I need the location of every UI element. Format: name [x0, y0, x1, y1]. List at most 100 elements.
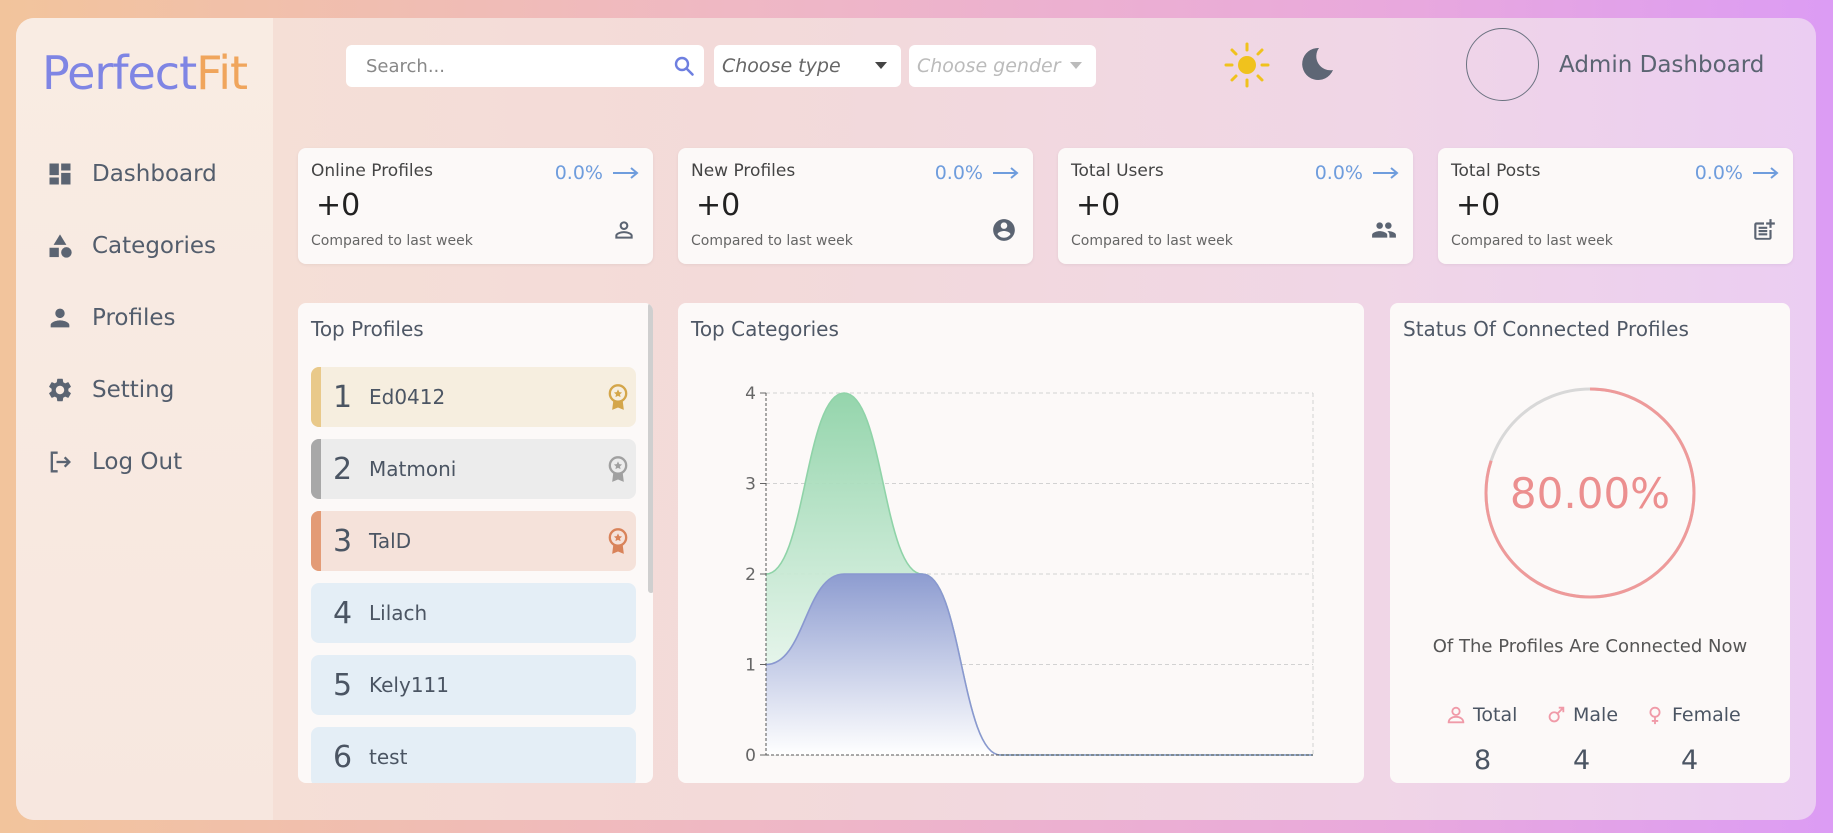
list-item[interactable]: 3 TalD [311, 511, 636, 571]
sidebar-item-setting[interactable]: Setting [46, 368, 174, 412]
post-add-icon [1754, 219, 1775, 240]
profile-name: TalD [369, 529, 412, 553]
sun-icon[interactable] [1222, 40, 1272, 90]
type-select-value: Choose type [722, 55, 841, 77]
gender-select-value: Choose gender [917, 55, 1061, 77]
arrow-right-icon [613, 167, 639, 179]
categories-icon [49, 234, 72, 258]
arrow-right-icon [1373, 167, 1399, 179]
search-input[interactable] [366, 55, 656, 77]
stat-card-new-profiles: New Profiles 0.0% +0 Compared to last we… [678, 148, 1033, 264]
panel-title: Status Of Connected Profiles [1403, 317, 1689, 341]
stat-compare: Compared to last week [311, 233, 473, 249]
profile-rank: 3 [333, 523, 353, 559]
profile-name: Lilach [369, 601, 428, 625]
connected-percent: 80.00% [1509, 468, 1671, 518]
stat-compare: Compared to last week [691, 233, 853, 249]
avatar[interactable] [1466, 28, 1539, 101]
rank-stripe [311, 511, 321, 571]
rank-stripe [311, 367, 321, 427]
y-tick-label: 3 [745, 475, 756, 495]
profile-name: Matmoni [369, 457, 457, 481]
admin-title: Admin Dashboard [1559, 52, 1765, 78]
sidebar-item-profiles[interactable]: Profiles [46, 296, 176, 340]
male-legend: Male [1545, 704, 1618, 726]
list-item[interactable]: 1 Ed0412 [311, 367, 636, 427]
profile-name: test [369, 745, 408, 769]
stat-percent: 0.0% [934, 162, 983, 184]
scrollbar[interactable] [648, 303, 653, 593]
gender-select[interactable]: Choose gender [909, 45, 1096, 87]
female-legend: Female [1644, 704, 1741, 726]
logo[interactable]: PerfectFit [42, 46, 248, 100]
stat-compare: Compared to last week [1071, 233, 1233, 249]
profile-rank: 4 [333, 595, 353, 631]
logo-part-1: Perfect [42, 46, 197, 100]
sidebar-item-dashboard[interactable]: Dashboard [46, 152, 217, 196]
male-label: Male [1573, 704, 1619, 726]
stat-percent: 0.0% [1314, 162, 1363, 184]
top-categories-chart: 0 1 2 3 4 [745, 384, 1314, 766]
dashboard-icon [49, 163, 71, 185]
logo-part-2: Fit [196, 46, 248, 100]
top-categories-panel: Top Categories 01234 [678, 303, 1364, 783]
y-tick-label: 1 [745, 656, 756, 676]
sidebar-item-label: Log Out [92, 449, 183, 475]
stat-value: +0 [696, 188, 741, 223]
panel-title: Top Profiles [311, 317, 424, 341]
list-item[interactable]: 2 Matmoni [311, 439, 636, 499]
search-box [346, 45, 704, 87]
stat-title: Total Users [1071, 161, 1164, 181]
list-item[interactable]: 5 Kely111 [311, 655, 636, 715]
profile-rank: 5 [333, 667, 353, 703]
list-item[interactable]: 6 test [311, 727, 636, 783]
search-icon[interactable] [672, 54, 696, 78]
stat-title: New Profiles [691, 161, 796, 181]
list-item[interactable]: 4 Lilach [311, 583, 636, 643]
moon-icon[interactable] [1296, 42, 1338, 84]
account-circle-icon [993, 219, 1015, 241]
sidebar: PerfectFit Dashboard Categories Profiles… [16, 18, 273, 820]
total-count: 8 [1474, 745, 1492, 776]
y-tick-label: 0 [745, 746, 756, 766]
total-label: Total [1473, 704, 1518, 726]
stat-value: +0 [1456, 188, 1501, 223]
arrow-right-icon [1753, 167, 1779, 179]
total-legend: Total [1445, 704, 1517, 726]
type-select[interactable]: Choose type [714, 45, 901, 87]
profile-rank: 1 [333, 379, 353, 415]
person-icon [50, 308, 70, 328]
stat-percent: 0.0% [1694, 162, 1743, 184]
status-caption: Of The Profiles Are Connected Now [1432, 636, 1748, 657]
chevron-down-icon [875, 62, 887, 69]
stat-compare: Compared to last week [1451, 233, 1613, 249]
chevron-down-icon [1070, 62, 1082, 69]
arrow-right-icon [993, 167, 1019, 179]
sidebar-item-label: Dashboard [92, 161, 217, 187]
app-frame: PerfectFit Dashboard Categories Profiles… [16, 18, 1816, 820]
y-tick-label: 4 [745, 384, 756, 404]
top-profiles-panel: Top Profiles 1 Ed0412 2 Matmoni 3 TalD 4… [298, 303, 653, 783]
stat-value: +0 [1076, 188, 1121, 223]
gear-icon [49, 378, 71, 402]
female-icon [1649, 706, 1661, 725]
stat-value: +0 [316, 188, 361, 223]
stat-card-total-posts: Total Posts 0.0% +0 Compared to last wee… [1438, 148, 1793, 264]
bronze-medal-icon [608, 528, 628, 554]
sidebar-item-logout[interactable]: Log Out [46, 440, 182, 484]
male-icon [1548, 706, 1565, 723]
rank-stripe [311, 439, 321, 499]
profile-rank: 6 [333, 739, 353, 775]
logout-icon [50, 451, 71, 473]
stat-percent: 0.0% [554, 162, 603, 184]
people-icon [1372, 222, 1396, 238]
stat-card-total-users: Total Users 0.0% +0 Compared to last wee… [1058, 148, 1413, 264]
stat-title: Online Profiles [311, 161, 433, 181]
stat-title: Total Posts [1451, 161, 1541, 181]
sidebar-item-label: Profiles [92, 305, 176, 331]
silver-medal-icon [608, 456, 628, 482]
sidebar-item-categories[interactable]: Categories [46, 224, 216, 268]
female-label: Female [1672, 704, 1741, 726]
status-panel: Status Of Connected Profiles 80.00% Of T… [1390, 303, 1790, 783]
profile-rank: 2 [333, 451, 353, 487]
